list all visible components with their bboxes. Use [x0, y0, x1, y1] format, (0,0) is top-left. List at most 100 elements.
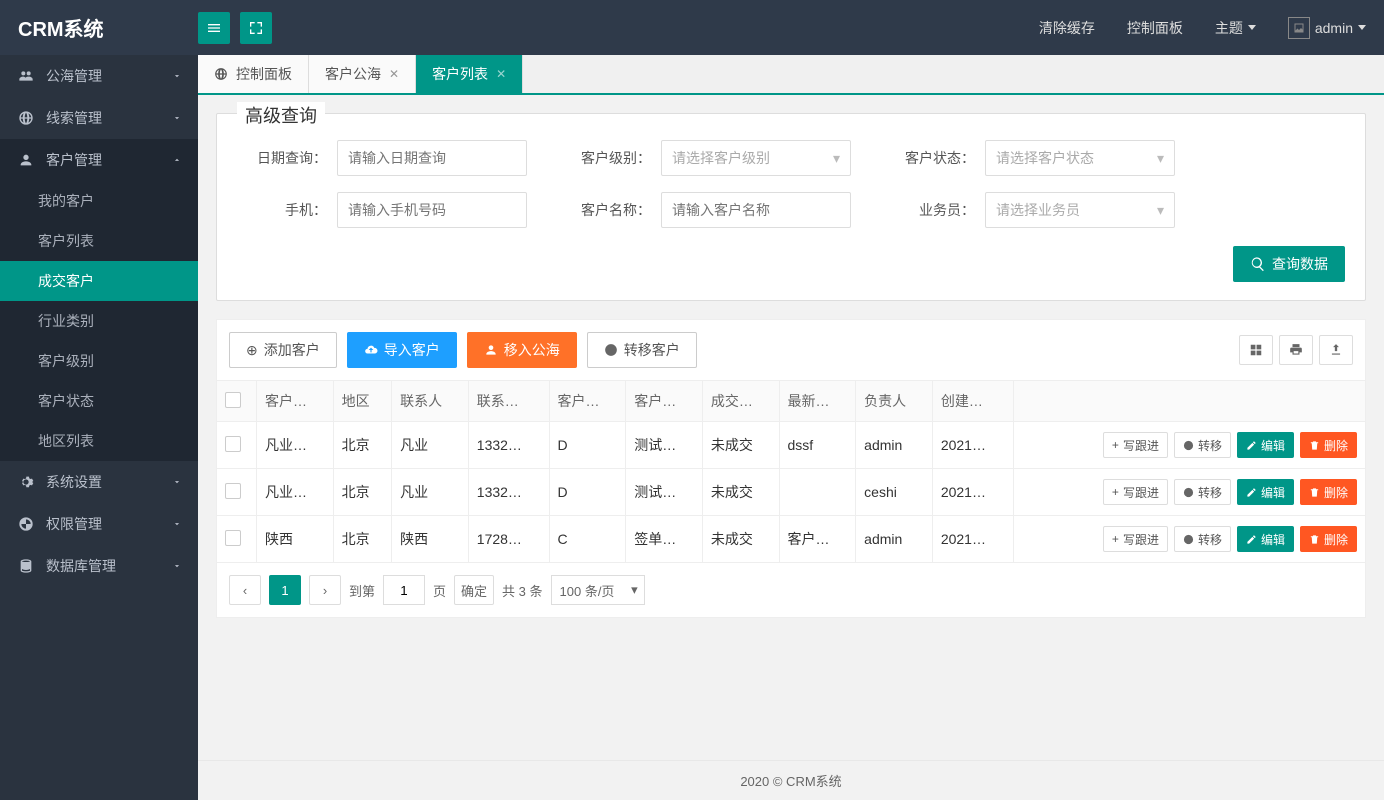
transfer-button[interactable]: 转移: [1174, 432, 1231, 458]
level-select[interactable]: 请选择客户级别▾: [661, 140, 851, 176]
chevron-down-icon: [172, 110, 182, 126]
theme-dropdown[interactable]: 主题: [1215, 18, 1256, 38]
delete-button[interactable]: 删除: [1300, 526, 1357, 552]
sidebar-item-系统设置[interactable]: 系统设置: [0, 461, 198, 503]
sidebar-subitem-我的客户[interactable]: 我的客户: [0, 181, 198, 221]
trash-icon: [1309, 487, 1320, 498]
sidebar-subitem-客户级别[interactable]: 客户级别: [0, 341, 198, 381]
page-size-select[interactable]: 100 条/页 ▾: [551, 575, 645, 605]
follow-button[interactable]: +写跟进: [1103, 526, 1168, 552]
sidebar-item-数据库管理[interactable]: 数据库管理: [0, 545, 198, 587]
advanced-query-panel: 高级查询 日期查询： 客户级别： 请选择客户级别▾ 客户状态： 请选择客户状态▾: [216, 113, 1366, 301]
pencil-icon: [1246, 534, 1257, 545]
sidebar-item-权限管理[interactable]: 权限管理: [0, 503, 198, 545]
broken-avatar-icon: [1288, 17, 1310, 39]
export-icon: [1329, 343, 1343, 357]
transfer-customer-button[interactable]: 转移客户: [587, 332, 697, 368]
chevron-down-icon: [172, 474, 182, 490]
page-number-current[interactable]: 1: [269, 575, 301, 605]
move-to-public-button[interactable]: 移入公海: [467, 332, 577, 368]
close-icon[interactable]: ✕: [389, 67, 399, 81]
row-checkbox[interactable]: [225, 436, 241, 452]
grid-icon: [1249, 343, 1263, 357]
db-icon: [16, 558, 36, 574]
close-icon[interactable]: ✕: [496, 67, 506, 81]
goto-confirm-button[interactable]: 确定: [454, 575, 494, 605]
user-dropdown[interactable]: admin: [1288, 17, 1366, 39]
sidebar-subitem-地区列表[interactable]: 地区列表: [0, 421, 198, 461]
clock-icon: [1183, 487, 1194, 498]
add-customer-button[interactable]: ⊕添加客户: [229, 332, 337, 368]
plus-icon: ⊕: [246, 342, 258, 359]
control-panel-link[interactable]: 控制面板: [1127, 18, 1183, 38]
table-cell: 北京: [333, 422, 391, 469]
sidebar-item-客户管理[interactable]: 客户管理: [0, 139, 198, 181]
users-icon: [484, 343, 498, 357]
transfer-button[interactable]: 转移: [1174, 526, 1231, 552]
export-button[interactable]: [1319, 335, 1353, 365]
transfer-button[interactable]: 转移: [1174, 479, 1231, 505]
table-cell: admin: [856, 422, 933, 469]
gear-icon: [16, 474, 36, 490]
import-customer-button[interactable]: 导入客户: [347, 332, 457, 368]
pagination: ‹ 1 › 到第 页 确定 共 3 条 100 条/页 ▾: [216, 563, 1366, 618]
trash-icon: [1309, 440, 1320, 451]
edit-button[interactable]: 编辑: [1237, 432, 1294, 458]
table-cell: D: [549, 469, 626, 516]
shield-icon: [16, 516, 36, 532]
name-input[interactable]: [661, 192, 851, 228]
plus-icon: +: [1112, 438, 1119, 452]
status-select[interactable]: 请选择客户状态▾: [985, 140, 1175, 176]
tab-客户列表[interactable]: 客户列表✕: [416, 55, 523, 93]
tab-客户公海[interactable]: 客户公海 ✕: [309, 55, 416, 93]
select-all-checkbox[interactable]: [225, 392, 241, 408]
table-cell: 签单…: [626, 516, 703, 563]
next-page-button[interactable]: ›: [309, 575, 341, 605]
sidebar-subitem-成交客户[interactable]: 成交客户: [0, 261, 198, 301]
table-cell: 凡业…: [257, 422, 334, 469]
pencil-icon: [1246, 487, 1257, 498]
trash-icon: [1309, 534, 1320, 545]
row-checkbox[interactable]: [225, 530, 241, 546]
table-row: 陕西北京陕西1728…C签单…未成交客户…admin2021…+写跟进转移编辑删…: [217, 516, 1366, 563]
clock-icon: [604, 343, 618, 357]
print-button[interactable]: [1279, 335, 1313, 365]
tab-控制面板[interactable]: 控制面板: [198, 55, 309, 93]
table-cell: 未成交: [702, 516, 779, 563]
search-button[interactable]: 查询数据: [1233, 246, 1345, 282]
table-row: 凡业…北京凡业1332…D测试…未成交ceshi2021…+写跟进转移编辑删除: [217, 469, 1366, 516]
sidebar-subitem-行业类别[interactable]: 行业类别: [0, 301, 198, 341]
sidebar-item-线索管理[interactable]: 线索管理: [0, 97, 198, 139]
caret-down-icon: ▾: [1157, 202, 1164, 219]
delete-button[interactable]: 删除: [1300, 432, 1357, 458]
staff-select[interactable]: 请选择业务员▾: [985, 192, 1175, 228]
edit-button[interactable]: 编辑: [1237, 526, 1294, 552]
name-label: 客户名称：: [555, 200, 651, 220]
table-cell: 未成交: [702, 469, 779, 516]
sidebar-subitem-客户列表[interactable]: 客户列表: [0, 221, 198, 261]
clear-cache-link[interactable]: 清除缓存: [1039, 18, 1095, 38]
column-header: 负责人: [856, 381, 933, 422]
goto-page-input[interactable]: [383, 575, 425, 605]
row-checkbox[interactable]: [225, 483, 241, 499]
phone-input[interactable]: [337, 192, 527, 228]
tab-label: 客户公海: [325, 64, 381, 84]
sidebar-subitem-客户状态[interactable]: 客户状态: [0, 381, 198, 421]
edit-button[interactable]: 编辑: [1237, 479, 1294, 505]
follow-button[interactable]: +写跟进: [1103, 479, 1168, 505]
goto-prefix: 到第: [349, 581, 375, 600]
sidebar-item-label: 客户管理: [46, 150, 102, 170]
goto-suffix: 页: [433, 581, 446, 600]
columns-button[interactable]: [1239, 335, 1273, 365]
sidebar-item-公海管理[interactable]: 公海管理: [0, 55, 198, 97]
table-cell: D: [549, 422, 626, 469]
tabs-bar: 控制面板客户公海✕客户列表✕: [198, 55, 1384, 95]
date-input[interactable]: [337, 140, 527, 176]
table-cell: 凡业…: [257, 469, 334, 516]
prev-page-button[interactable]: ‹: [229, 575, 261, 605]
menu-toggle-button[interactable]: [198, 12, 230, 44]
delete-button[interactable]: 删除: [1300, 479, 1357, 505]
pencil-icon: [1246, 440, 1257, 451]
follow-button[interactable]: +写跟进: [1103, 432, 1168, 458]
fullscreen-button[interactable]: [240, 12, 272, 44]
